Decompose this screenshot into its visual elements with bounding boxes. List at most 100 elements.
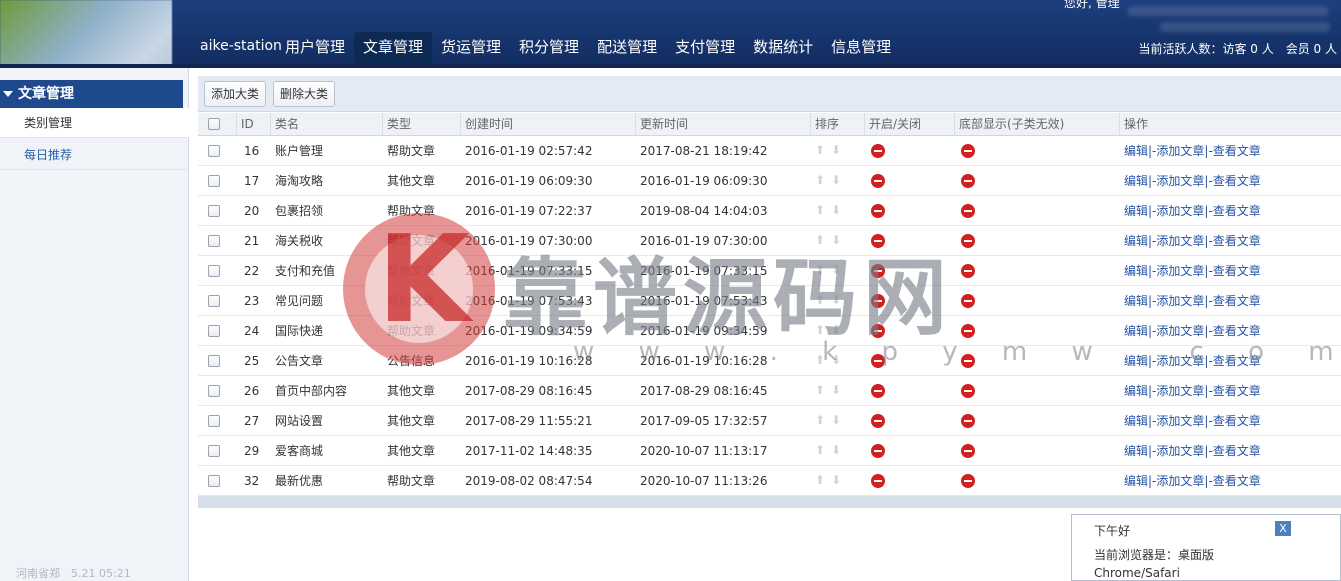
delete-category-button[interactable]: 删除大类: [273, 81, 336, 107]
col-header-type[interactable]: 类型: [382, 113, 460, 136]
row-checkbox[interactable]: [208, 265, 220, 277]
edit-link[interactable]: 编辑: [1124, 384, 1148, 398]
disabled-status-icon[interactable]: [871, 144, 885, 158]
arrow-up-icon[interactable]: ⬆: [815, 233, 831, 247]
add-article-link[interactable]: 添加文章: [1156, 444, 1204, 458]
footer-display-status-icon[interactable]: [961, 444, 975, 458]
view-articles-link[interactable]: 查看文章: [1213, 204, 1261, 218]
table-row[interactable]: 21 海关税收 帮助文章 2016-01-19 07:30:00 2016-01-19 …: [198, 226, 1341, 256]
row-checkbox[interactable]: [208, 175, 220, 187]
edit-link[interactable]: 编辑: [1124, 264, 1148, 278]
edit-link[interactable]: 编辑: [1124, 414, 1148, 428]
edit-link[interactable]: 编辑: [1124, 174, 1148, 188]
col-header-sort[interactable]: 排序: [810, 113, 864, 136]
col-header-created[interactable]: 创建时间: [460, 113, 635, 136]
table-row[interactable]: 25 公告文章 公告信息 2016-01-19 10:16:28 2016-01-19 …: [198, 346, 1341, 376]
col-header-footer-display[interactable]: 底部显示(子类无效): [954, 113, 1119, 136]
footer-display-status-icon[interactable]: [961, 354, 975, 368]
edit-link[interactable]: 编辑: [1124, 444, 1148, 458]
row-checkbox[interactable]: [208, 205, 220, 217]
footer-display-status-icon[interactable]: [961, 234, 975, 248]
nav-item-articles[interactable]: 文章管理: [354, 32, 433, 64]
nav-item-users[interactable]: 用户管理: [276, 32, 354, 64]
row-checkbox[interactable]: [208, 235, 220, 247]
arrow-up-icon[interactable]: ⬆: [815, 383, 831, 397]
arrow-down-icon[interactable]: ⬇: [831, 143, 847, 157]
arrow-down-icon[interactable]: ⬇: [831, 413, 847, 427]
view-articles-link[interactable]: 查看文章: [1213, 384, 1261, 398]
arrow-up-icon[interactable]: ⬆: [815, 443, 831, 457]
footer-display-status-icon[interactable]: [961, 294, 975, 308]
nav-item-delivery[interactable]: 配送管理: [588, 32, 666, 64]
footer-display-status-icon[interactable]: [961, 144, 975, 158]
view-articles-link[interactable]: 查看文章: [1213, 174, 1261, 188]
disabled-status-icon[interactable]: [871, 414, 885, 428]
view-articles-link[interactable]: 查看文章: [1213, 324, 1261, 338]
arrow-up-icon[interactable]: ⬆: [815, 143, 831, 157]
view-articles-link[interactable]: 查看文章: [1213, 144, 1261, 158]
disabled-status-icon[interactable]: [871, 474, 885, 488]
table-row[interactable]: 26 首页中部内容 其他文章 2017-08-29 08:16:45 2017-08-2…: [198, 376, 1341, 406]
edit-link[interactable]: 编辑: [1124, 474, 1148, 488]
arrow-down-icon[interactable]: ⬇: [831, 383, 847, 397]
add-article-link[interactable]: 添加文章: [1156, 294, 1204, 308]
arrow-down-icon[interactable]: ⬇: [831, 233, 847, 247]
view-articles-link[interactable]: 查看文章: [1213, 354, 1261, 368]
arrow-down-icon[interactable]: ⬇: [831, 443, 847, 457]
disabled-status-icon[interactable]: [871, 174, 885, 188]
nav-item-payment[interactable]: 支付管理: [666, 32, 744, 64]
arrow-down-icon[interactable]: ⬇: [831, 293, 847, 307]
add-article-link[interactable]: 添加文章: [1156, 414, 1204, 428]
arrow-down-icon[interactable]: ⬇: [831, 263, 847, 277]
add-article-link[interactable]: 添加文章: [1156, 474, 1204, 488]
arrow-up-icon[interactable]: ⬆: [815, 413, 831, 427]
row-checkbox[interactable]: [208, 475, 220, 487]
footer-display-status-icon[interactable]: [961, 414, 975, 428]
table-row[interactable]: 20 包裹招领 帮助文章 2016-01-19 07:22:37 2019-08-04 …: [198, 196, 1341, 226]
view-articles-link[interactable]: 查看文章: [1213, 234, 1261, 248]
disabled-status-icon[interactable]: [871, 294, 885, 308]
table-row[interactable]: 24 国际快递 帮助文章 2016-01-19 09:34:59 2016-01-19 …: [198, 316, 1341, 346]
arrow-down-icon[interactable]: ⬇: [831, 473, 847, 487]
table-row[interactable]: 27 网站设置 其他文章 2017-08-29 11:55:21 2017-09-05 …: [198, 406, 1341, 436]
disabled-status-icon[interactable]: [871, 204, 885, 218]
edit-link[interactable]: 编辑: [1124, 144, 1148, 158]
view-articles-link[interactable]: 查看文章: [1213, 264, 1261, 278]
add-article-link[interactable]: 添加文章: [1156, 204, 1204, 218]
nav-item-shipping[interactable]: 货运管理: [432, 32, 510, 64]
add-article-link[interactable]: 添加文章: [1156, 234, 1204, 248]
arrow-down-icon[interactable]: ⬇: [831, 353, 847, 367]
nav-item-points[interactable]: 积分管理: [510, 32, 588, 64]
nav-item-statistics[interactable]: 数据统计: [744, 32, 822, 64]
footer-display-status-icon[interactable]: [961, 204, 975, 218]
view-articles-link[interactable]: 查看文章: [1213, 444, 1261, 458]
arrow-down-icon[interactable]: ⬇: [831, 203, 847, 217]
arrow-down-icon[interactable]: ⬇: [831, 173, 847, 187]
view-articles-link[interactable]: 查看文章: [1213, 414, 1261, 428]
arrow-up-icon[interactable]: ⬆: [815, 473, 831, 487]
view-articles-link[interactable]: 查看文章: [1213, 294, 1261, 308]
select-all-checkbox[interactable]: [208, 118, 220, 130]
sidebar-item-category[interactable]: 类别管理: [0, 108, 189, 138]
add-article-link[interactable]: 添加文章: [1156, 384, 1204, 398]
edit-link[interactable]: 编辑: [1124, 324, 1148, 338]
table-row[interactable]: 29 爱客商城 其他文章 2017-11-02 14:48:35 2020-10-07 …: [198, 436, 1341, 466]
disabled-status-icon[interactable]: [871, 384, 885, 398]
arrow-up-icon[interactable]: ⬆: [815, 293, 831, 307]
row-checkbox[interactable]: [208, 325, 220, 337]
arrow-up-icon[interactable]: ⬆: [815, 353, 831, 367]
row-checkbox[interactable]: [208, 445, 220, 457]
add-article-link[interactable]: 添加文章: [1156, 264, 1204, 278]
row-checkbox[interactable]: [208, 145, 220, 157]
footer-display-status-icon[interactable]: [961, 384, 975, 398]
edit-link[interactable]: 编辑: [1124, 294, 1148, 308]
table-row[interactable]: 32 最新优惠 帮助文章 2019-08-02 08:47:54 2020-10-07 …: [198, 466, 1341, 496]
arrow-down-icon[interactable]: ⬇: [831, 323, 847, 337]
nav-item-info[interactable]: 信息管理: [822, 32, 900, 64]
popup-close-button[interactable]: X: [1275, 521, 1291, 536]
arrow-up-icon[interactable]: ⬆: [815, 263, 831, 277]
disabled-status-icon[interactable]: [871, 354, 885, 368]
table-row[interactable]: 23 常见问题 帮助文章 2016-01-19 07:53:43 2016-01-19 …: [198, 286, 1341, 316]
table-row[interactable]: 16 账户管理 帮助文章 2016-01-19 02:57:42 2017-08-21 …: [198, 136, 1341, 166]
footer-display-status-icon[interactable]: [961, 324, 975, 338]
